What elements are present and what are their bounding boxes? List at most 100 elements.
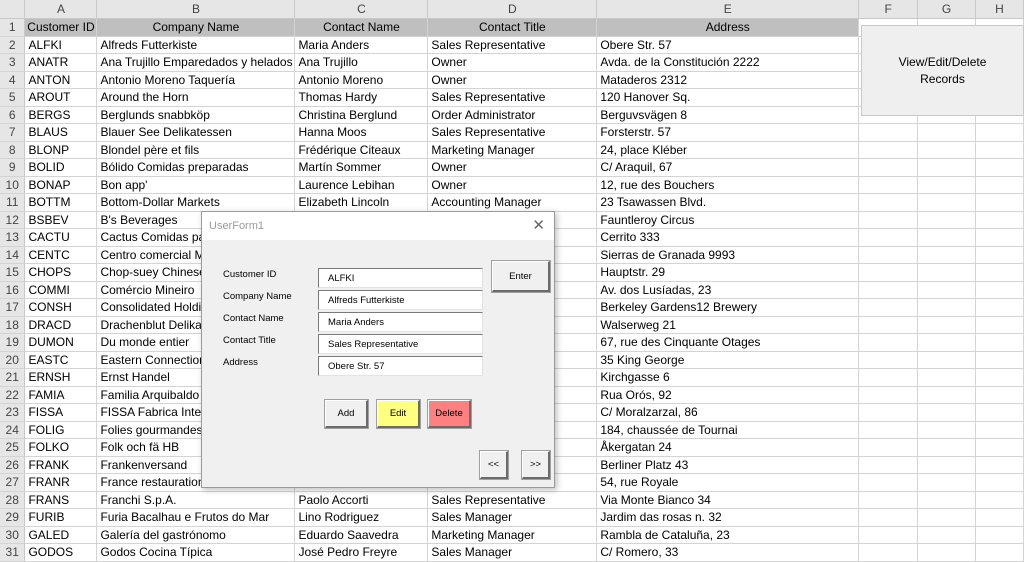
cell[interactable]: DUMON bbox=[24, 333, 98, 352]
cell[interactable] bbox=[858, 176, 919, 194]
row-header[interactable]: 21 bbox=[0, 368, 26, 387]
cell[interactable]: 54, rue Royale bbox=[596, 473, 860, 492]
cell[interactable]: FOLKO bbox=[24, 438, 98, 457]
delete-button[interactable]: Delete bbox=[427, 399, 472, 429]
cell[interactable]: Obere Str. 57 bbox=[596, 36, 860, 54]
cell[interactable] bbox=[917, 491, 976, 509]
cell[interactable]: Via Monte Bianco 34 bbox=[596, 491, 860, 509]
cell[interactable]: BOLID bbox=[24, 158, 98, 177]
row-header[interactable]: 5 bbox=[0, 88, 26, 107]
cell[interactable] bbox=[975, 193, 1024, 212]
cell[interactable] bbox=[975, 176, 1024, 194]
cell[interactable]: CENTC bbox=[24, 246, 98, 264]
cell[interactable]: FURIB bbox=[24, 508, 98, 527]
cell[interactable]: Bottom-Dollar Markets bbox=[96, 193, 296, 212]
cell[interactable]: Fauntleroy Circus bbox=[596, 211, 860, 229]
row-header[interactable]: 27 bbox=[0, 473, 26, 492]
row-header[interactable]: 26 bbox=[0, 456, 26, 474]
cell[interactable]: Rua Orós, 92 bbox=[596, 386, 860, 404]
cell[interactable] bbox=[858, 193, 919, 212]
column-header[interactable]: C bbox=[294, 0, 429, 19]
column-header[interactable]: B bbox=[96, 0, 296, 19]
cell[interactable]: C/ Romero, 33 bbox=[596, 543, 860, 562]
cell[interactable]: Av. dos Lusíadas, 23 bbox=[596, 281, 860, 299]
cell[interactable]: Berliner Platz 43 bbox=[596, 456, 860, 474]
address-field[interactable]: Obere Str. 57 bbox=[318, 356, 483, 376]
cell[interactable] bbox=[858, 228, 919, 247]
cell[interactable]: Paolo Accorti bbox=[294, 491, 429, 509]
cell[interactable] bbox=[917, 316, 976, 334]
customer-id-field[interactable]: ALFKI bbox=[318, 268, 483, 288]
cell[interactable]: C/ Moralzarzal, 86 bbox=[596, 403, 860, 422]
cell[interactable] bbox=[975, 421, 1024, 439]
cell[interactable] bbox=[975, 403, 1024, 422]
cell[interactable]: Sierras de Granada 9993 bbox=[596, 246, 860, 264]
cell[interactable]: Ana Trujillo bbox=[294, 53, 429, 72]
row-header[interactable]: 19 bbox=[0, 333, 26, 352]
cell[interactable]: BLAUS bbox=[24, 123, 98, 142]
row-header[interactable]: 1 bbox=[0, 18, 26, 37]
cell[interactable]: Antonio Moreno bbox=[294, 71, 429, 89]
cell[interactable] bbox=[975, 141, 1024, 159]
row-header[interactable]: 3 bbox=[0, 53, 26, 72]
row-header[interactable]: 24 bbox=[0, 421, 26, 439]
cell[interactable]: Franchi S.p.A. bbox=[96, 491, 296, 509]
cell[interactable] bbox=[858, 403, 919, 422]
cell[interactable] bbox=[917, 176, 976, 194]
cell[interactable]: Frédérique Citeaux bbox=[294, 141, 429, 159]
cell[interactable]: Maria Anders bbox=[294, 36, 429, 54]
cell[interactable] bbox=[858, 508, 919, 527]
cell[interactable]: 12, rue des Bouchers bbox=[596, 176, 860, 194]
cell[interactable]: Sales Representative bbox=[427, 88, 598, 107]
cell[interactable] bbox=[917, 228, 976, 247]
cell[interactable]: Sales Representative bbox=[427, 123, 598, 142]
row-header[interactable]: 8 bbox=[0, 141, 26, 159]
cell[interactable]: Blauer See Delikatessen bbox=[96, 123, 296, 142]
cell[interactable] bbox=[858, 141, 919, 159]
cell[interactable]: Company Name bbox=[96, 18, 296, 37]
cell[interactable]: Around the Horn bbox=[96, 88, 296, 107]
cell[interactable] bbox=[917, 281, 976, 299]
contact-name-field[interactable]: Maria Anders bbox=[318, 312, 483, 332]
cell[interactable] bbox=[975, 473, 1024, 492]
cell[interactable]: Hauptstr. 29 bbox=[596, 263, 860, 282]
cell[interactable]: Walserweg 21 bbox=[596, 316, 860, 334]
cell[interactable]: Contact Title bbox=[427, 18, 598, 37]
cell[interactable] bbox=[858, 543, 919, 562]
userform-titlebar[interactable]: UserForm1 ✕ bbox=[202, 212, 554, 240]
cell[interactable]: Rambla de Cataluña, 23 bbox=[596, 526, 860, 544]
cell[interactable] bbox=[975, 351, 1024, 369]
cell[interactable] bbox=[858, 263, 919, 282]
cell[interactable]: Berglunds snabbköp bbox=[96, 106, 296, 124]
row-header[interactable]: 10 bbox=[0, 176, 26, 194]
cell[interactable] bbox=[917, 438, 976, 457]
cell[interactable]: Laurence Lebihan bbox=[294, 176, 429, 194]
cell[interactable] bbox=[975, 526, 1024, 544]
cell[interactable] bbox=[858, 491, 919, 509]
cell[interactable] bbox=[975, 246, 1024, 264]
company-name-field[interactable]: Alfreds Futterkiste bbox=[318, 290, 483, 310]
cell[interactable] bbox=[975, 123, 1024, 142]
select-all-corner[interactable] bbox=[0, 0, 26, 19]
cell[interactable] bbox=[975, 333, 1024, 352]
cell[interactable]: ERNSH bbox=[24, 368, 98, 387]
cell[interactable] bbox=[858, 211, 919, 229]
cell[interactable]: Sales Manager bbox=[427, 543, 598, 562]
cell[interactable] bbox=[858, 473, 919, 492]
cell[interactable]: FRANR bbox=[24, 473, 98, 492]
cell[interactable]: Owner bbox=[427, 71, 598, 89]
row-header[interactable]: 2 bbox=[0, 36, 26, 54]
cell[interactable]: Thomas Hardy bbox=[294, 88, 429, 107]
edit-button[interactable]: Edit bbox=[376, 399, 421, 429]
cell[interactable]: FOLIG bbox=[24, 421, 98, 439]
row-header[interactable]: 25 bbox=[0, 438, 26, 457]
cell[interactable]: Elizabeth Lincoln bbox=[294, 193, 429, 212]
cell[interactable]: Owner bbox=[427, 176, 598, 194]
cell[interactable]: Galería del gastrónomo bbox=[96, 526, 296, 544]
cell[interactable] bbox=[975, 368, 1024, 387]
cell[interactable] bbox=[917, 193, 976, 212]
cell[interactable] bbox=[917, 158, 976, 177]
cell[interactable] bbox=[917, 473, 976, 492]
cell[interactable]: Address bbox=[596, 18, 860, 37]
cell[interactable]: BOTTM bbox=[24, 193, 98, 212]
